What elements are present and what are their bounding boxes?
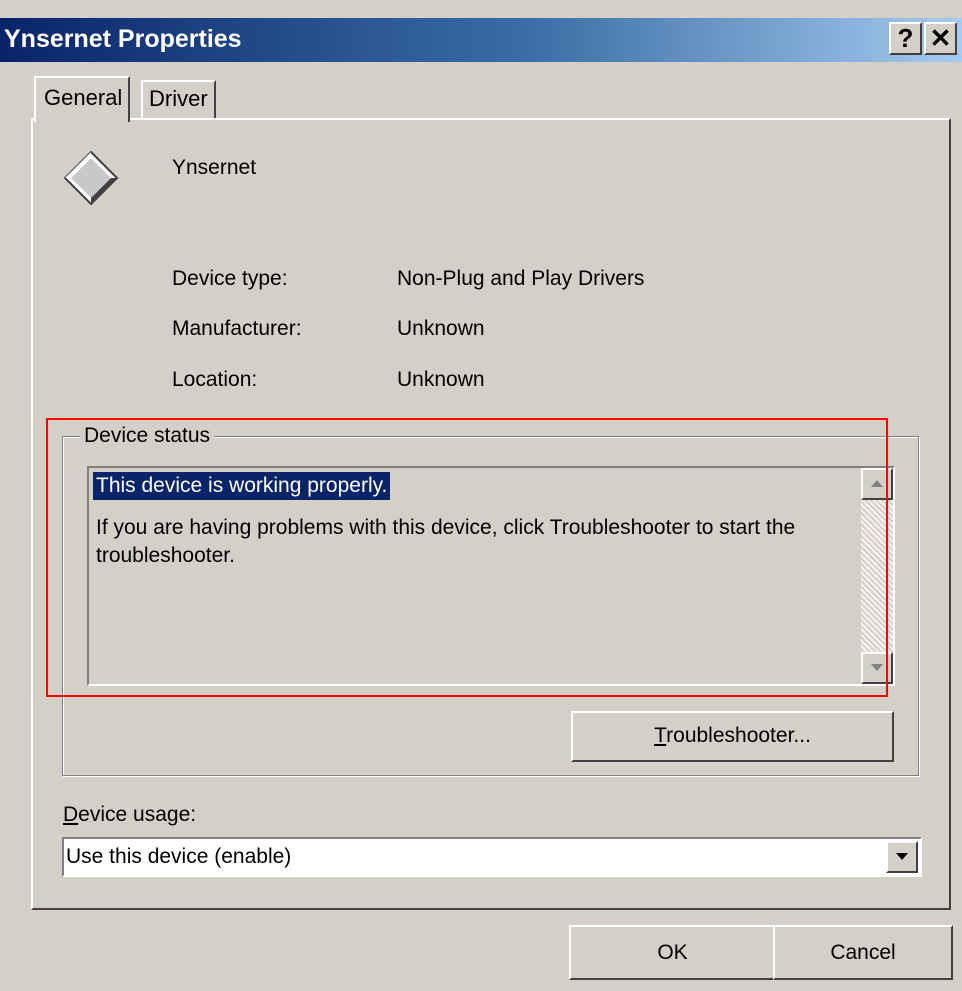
tab-driver[interactable]: Driver: [141, 80, 216, 120]
tab-general[interactable]: General: [34, 76, 131, 122]
ok-button[interactable]: OK: [569, 925, 776, 980]
help-button[interactable]: ?: [889, 22, 922, 55]
cancel-button[interactable]: Cancel: [773, 925, 953, 980]
title-bar[interactable]: Ynsernet Properties ? ✕: [0, 18, 962, 62]
highlight-annotation-box: [46, 418, 888, 697]
close-icon: ✕: [929, 23, 952, 53]
help-icon: ?: [897, 23, 914, 53]
properties-dialog: Ynsernet Properties ? ✕ General Driver Y…: [0, 0, 962, 991]
window-title: Ynsernet Properties: [4, 25, 242, 53]
close-button[interactable]: ✕: [924, 22, 957, 55]
